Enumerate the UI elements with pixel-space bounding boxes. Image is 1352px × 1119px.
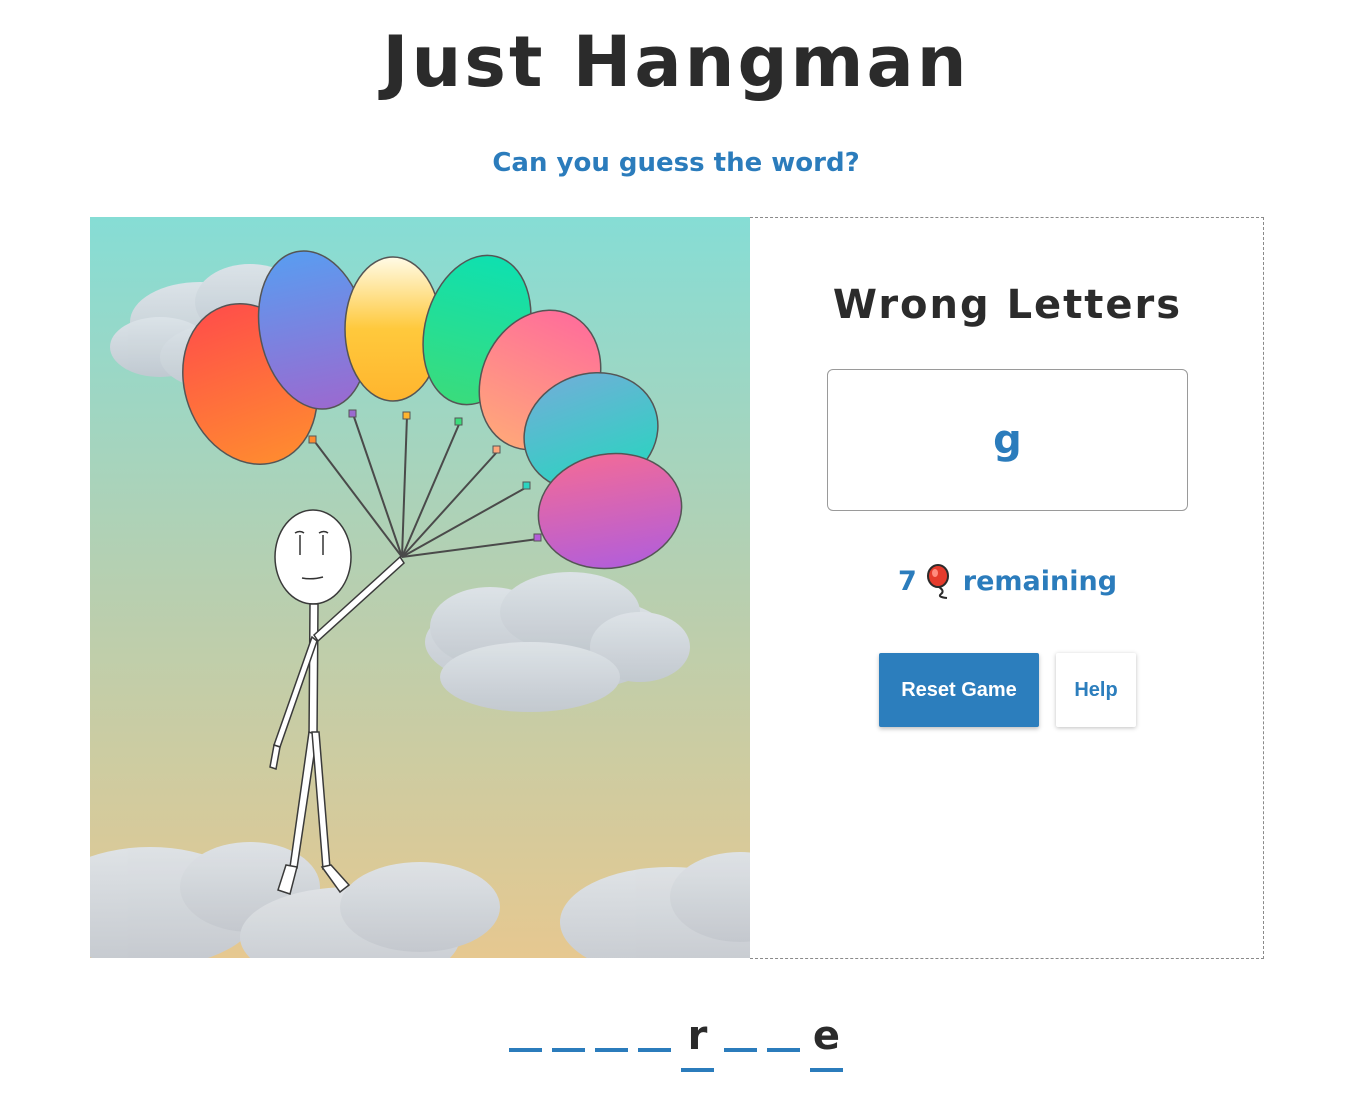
letter-slot: [595, 1010, 628, 1072]
word-slots: re: [0, 1010, 1352, 1072]
letter-slot: [638, 1010, 671, 1072]
letter-slot: [767, 1010, 800, 1072]
letter-slot: [552, 1010, 585, 1072]
letter-slot: [724, 1010, 757, 1072]
page-title: Just Hangman: [382, 21, 970, 103]
wrong-letters-value: g: [993, 417, 1022, 463]
letter-slot: e: [810, 1010, 843, 1072]
reset-game-button[interactable]: Reset Game: [879, 653, 1039, 727]
page-subtitle: Can you guess the word?: [492, 148, 860, 178]
help-button[interactable]: Help: [1056, 653, 1136, 727]
hangman-scene: [90, 217, 750, 958]
remaining-label: remaining: [962, 566, 1118, 597]
letter-slot: [509, 1010, 542, 1072]
letter-slot: r: [681, 1010, 714, 1072]
wrong-letters-title: Wrong Letters: [832, 282, 1183, 328]
balloon-icon: [925, 564, 955, 600]
figure-head: [274, 509, 352, 605]
remaining-count: 7: [897, 566, 917, 597]
balloons-remaining: 7 remaining: [751, 562, 1264, 602]
wrong-letters-box: g: [827, 369, 1188, 511]
